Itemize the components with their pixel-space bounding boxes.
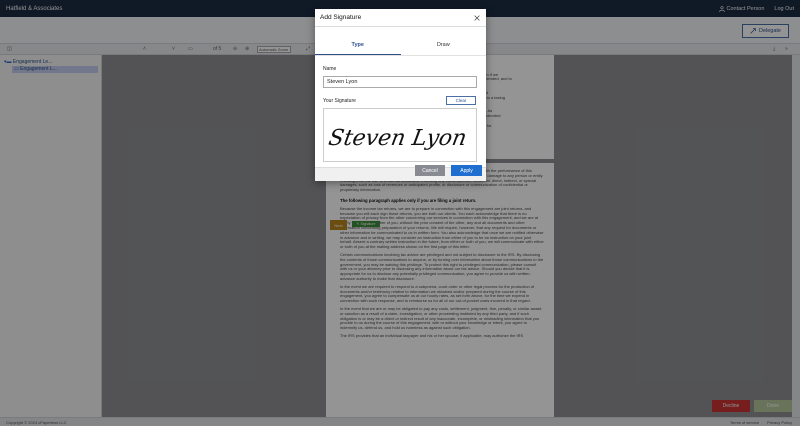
- signature-tabs: Type Draw: [315, 35, 486, 55]
- add-signature-dialog: Add Signature Type Draw Name Your Signat…: [315, 9, 486, 181]
- name-input[interactable]: [323, 76, 477, 88]
- dialog-title: Add Signature: [320, 14, 362, 21]
- apply-button[interactable]: Apply: [451, 165, 482, 176]
- tab-divider: [315, 55, 486, 56]
- your-signature-label: Your Signature: [323, 98, 356, 104]
- cancel-button[interactable]: Cancel: [415, 165, 445, 176]
- close-icon[interactable]: [473, 14, 481, 22]
- tab-type[interactable]: Type: [315, 35, 401, 55]
- name-label: Name: [323, 66, 337, 72]
- signature-drawing: Steven Lyon: [327, 125, 469, 151]
- clear-button[interactable]: Clear: [446, 96, 476, 105]
- dialog-header: Add Signature: [315, 9, 486, 27]
- signature-text: Steven Lyon: [327, 125, 469, 151]
- signature-preview: Steven Lyon: [323, 108, 477, 162]
- tab-draw[interactable]: Draw: [401, 35, 487, 55]
